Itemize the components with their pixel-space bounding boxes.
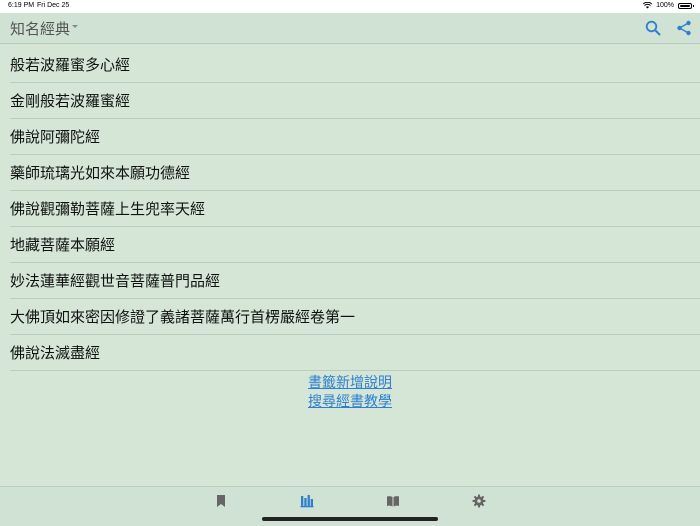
chevron-down-icon [72,25,79,28]
battery-icon [678,2,694,9]
home-indicator[interactable] [262,517,438,521]
bookmark-icon[interactable] [214,494,228,508]
sutra-title: 佛說法滅盡經 [10,344,101,362]
status-bar: 6:19 PM Fri Dec 25 100% [0,0,700,13]
sutra-item[interactable]: 藥師琉璃光如來本願功德經 [10,155,700,191]
search-icon[interactable] [645,20,661,36]
sutra-title: 金剛般若波羅蜜經 [10,92,131,110]
status-date: Fri Dec 25 [37,2,70,9]
wifi-icon [643,2,653,9]
sutra-item[interactable]: 大佛頂如來密因修證了義諸菩薩萬行首楞嚴經卷第一 [10,299,700,335]
sutra-item[interactable]: 般若波羅蜜多心經 [10,47,700,83]
bookmark-help-link[interactable]: 書籤新增說明 [290,374,410,393]
navigation-bar: 知名經典 [0,13,700,44]
sutra-item[interactable]: 佛說觀彌勒菩薩上生兜率天經 [10,191,700,227]
sutra-title: 佛說阿彌陀經 [10,128,101,146]
gear-icon[interactable] [472,494,486,508]
search-tutorial-link[interactable]: 搜尋經書教學 [290,393,410,412]
battery-percent: 100% [656,2,674,9]
sutra-title: 大佛頂如來密因修證了義諸菩薩萬行首楞嚴經卷第一 [10,308,356,326]
book-icon[interactable] [386,494,400,508]
sutra-list: 般若波羅蜜多心經 金剛般若波羅蜜經 佛說阿彌陀經 藥師琉璃光如來本願功德經 佛說… [0,47,700,371]
sutra-item[interactable]: 妙法蓮華經觀世音菩薩普門品經 [10,263,700,299]
sutra-title: 妙法蓮華經觀世音菩薩普門品經 [10,272,221,290]
sutra-title: 地藏菩薩本願經 [10,236,116,254]
share-icon[interactable] [676,20,692,36]
sutra-title: 佛說觀彌勒菩薩上生兜率天經 [10,200,206,218]
library-icon[interactable] [300,494,314,508]
collection-selector[interactable]: 知名經典 [10,18,79,39]
sutra-item[interactable]: 佛說阿彌陀經 [10,119,700,155]
sutra-item[interactable]: 金剛般若波羅蜜經 [10,83,700,119]
status-indicators: 100% [643,2,694,9]
status-time: 6:19 PM [8,2,35,9]
sutra-item[interactable]: 佛說法滅盡經 [10,335,700,371]
help-links: 書籤新增說明 搜尋經書教學 [0,374,700,412]
sutra-item[interactable]: 地藏菩薩本願經 [10,227,700,263]
sutra-title: 藥師琉璃光如來本願功德經 [10,164,191,182]
page-title: 知名經典 [10,20,71,38]
sutra-title: 般若波羅蜜多心經 [10,56,131,74]
